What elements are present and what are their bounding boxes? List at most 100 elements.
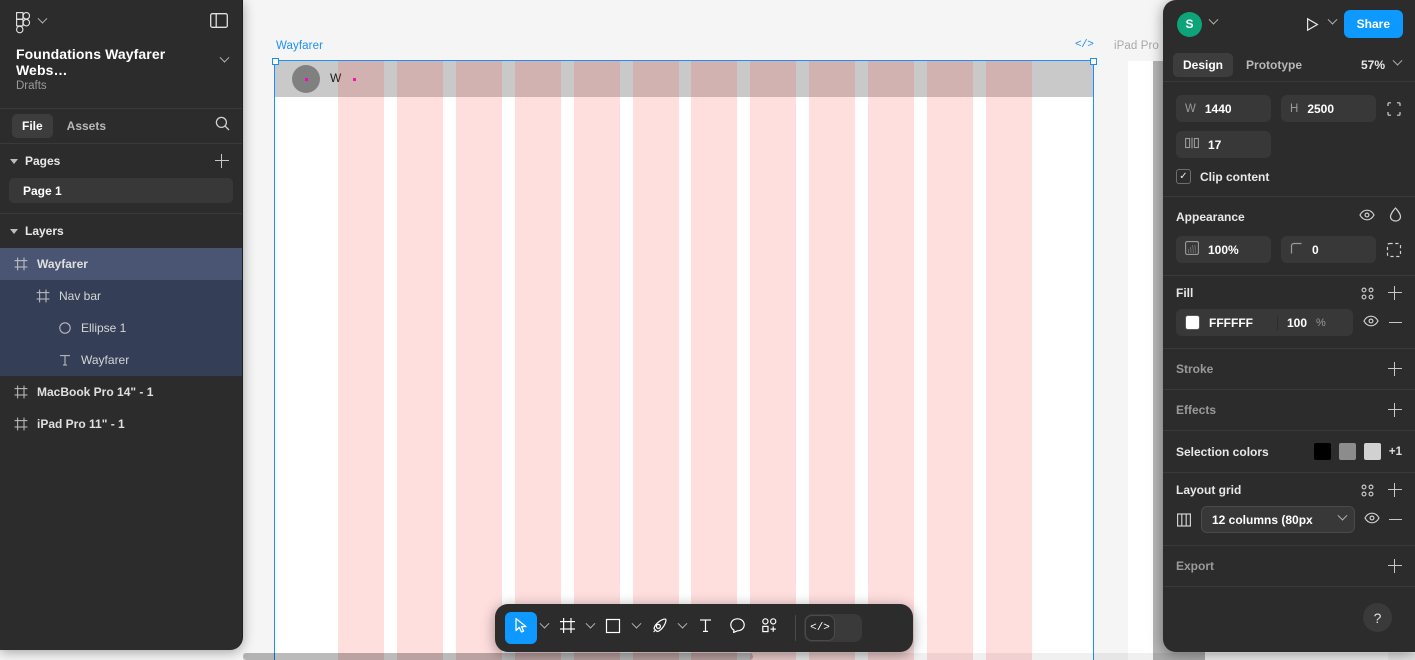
layer-row[interactable]: iPad Pro 11" - 1 [0, 408, 242, 440]
fill-hex-part[interactable]: FFFFFF [1176, 315, 1277, 330]
frame-tool-chevron-icon[interactable] [583, 612, 597, 644]
add-fill-button[interactable] [1388, 286, 1402, 300]
frame-tool[interactable] [551, 612, 583, 644]
clip-content-row[interactable]: ✓ Clip content [1176, 169, 1402, 184]
add-stroke-button[interactable] [1388, 362, 1402, 376]
ellipse-1-layer[interactable] [292, 65, 320, 93]
caret-down-icon[interactable] [10, 228, 18, 234]
ellipse-icon [58, 321, 72, 335]
add-page-button[interactable] [215, 154, 229, 168]
remove-fill-button[interactable] [1389, 321, 1402, 324]
tab-prototype[interactable]: Prototype [1236, 53, 1312, 77]
main-menu-chevron-icon[interactable] [37, 12, 48, 30]
layout-grid-column [691, 61, 738, 660]
fill-row: FFFFFF 100 % [1176, 309, 1402, 336]
actions-tool[interactable] [753, 612, 785, 644]
file-title-chevron-icon[interactable] [219, 51, 230, 69]
move-tool-chevron-icon[interactable] [537, 612, 551, 644]
fill-color-swatch[interactable] [1185, 315, 1200, 330]
constraints-icon[interactable] [1386, 101, 1402, 117]
add-export-button[interactable] [1388, 559, 1402, 573]
opacity-field[interactable]: 100% [1176, 236, 1271, 263]
layout-grid-column [868, 61, 915, 660]
present-chevron-icon[interactable] [1327, 13, 1338, 31]
effects-title: Effects [1176, 403, 1217, 417]
layout-grid-dropdown[interactable]: 12 columns (80px [1201, 506, 1355, 533]
horizontal-scrollbar[interactable] [243, 653, 1415, 660]
figma-logo-icon[interactable] [16, 12, 31, 34]
zoom-chevron-icon[interactable] [1392, 54, 1403, 72]
pen-tool-chevron-icon[interactable] [675, 612, 689, 644]
layer-row[interactable]: Nav bar [0, 280, 242, 312]
layers-section-header[interactable]: Layers [0, 214, 242, 248]
fill-visibility-icon[interactable] [1363, 314, 1379, 332]
style-picker-icon[interactable] [1361, 287, 1374, 300]
layout-grid-column [514, 61, 561, 660]
fill-hex-value: FFFFFF [1209, 315, 1253, 330]
layer-row[interactable]: MacBook Pro 14" - 1 [0, 376, 242, 408]
move-tool[interactable] [505, 612, 537, 644]
add-effect-button[interactable] [1388, 403, 1402, 417]
layer-row[interactable]: Ellipse 1 [0, 312, 242, 344]
avatar[interactable]: S [1177, 11, 1202, 37]
tab-assets[interactable]: Assets [57, 114, 116, 138]
dev-mode-icon[interactable]: </> [1075, 39, 1094, 51]
selection-handle-top-left[interactable] [271, 57, 279, 65]
file-title-row[interactable]: Foundations Wayfarer Webs… [0, 46, 242, 78]
tab-file[interactable]: File [12, 114, 53, 138]
height-value: 2500 [1307, 101, 1335, 116]
height-field[interactable]: H 2500 [1281, 95, 1376, 122]
frame-wayfarer[interactable]: W [274, 60, 1094, 660]
corner-radius-field[interactable]: 0 [1281, 236, 1376, 263]
layer-name: Nav bar [59, 289, 102, 303]
width-field[interactable]: W 1440 [1176, 95, 1271, 122]
selection-color-swatch[interactable] [1338, 443, 1356, 460]
remove-layout-grid-button[interactable] [1389, 518, 1402, 521]
frame-label-wayfarer[interactable]: Wayfarer [276, 40, 323, 52]
left-panel-tabs: File Assets [0, 108, 242, 144]
width-value: 1440 [1204, 101, 1232, 116]
search-icon[interactable] [215, 116, 230, 136]
comment-tool[interactable] [721, 612, 753, 644]
eye-icon[interactable] [1359, 208, 1375, 226]
clip-content-checkbox[interactable]: ✓ [1176, 169, 1191, 184]
selection-color-swatch[interactable] [1313, 443, 1331, 460]
rotation-field[interactable]: 17 [1176, 131, 1271, 158]
tab-design[interactable]: Design [1173, 52, 1234, 77]
zoom-control[interactable]: 57% [1361, 55, 1405, 72]
layer-row[interactable]: Wayfarer [0, 248, 242, 280]
height-label: H [1290, 102, 1299, 115]
layer-row[interactable]: Wayfarer [0, 344, 242, 376]
add-layout-grid-button[interactable] [1388, 483, 1402, 497]
dev-mode-toggle[interactable]: </> [804, 614, 862, 642]
sidebar-toggle-icon[interactable] [210, 13, 228, 33]
dev-mode-toggle-icon[interactable]: </> [805, 615, 835, 641]
text-tool[interactable] [689, 612, 721, 644]
selection-colors-section: Selection colors +1 [1163, 431, 1415, 473]
share-button[interactable]: Share [1343, 10, 1403, 38]
caret-down-icon[interactable] [10, 158, 18, 164]
play-icon[interactable] [1305, 17, 1320, 32]
selection-color-swatch[interactable] [1363, 443, 1381, 460]
shape-tool-chevron-icon[interactable] [629, 612, 643, 644]
fill-field[interactable]: FFFFFF 100 % [1176, 309, 1353, 336]
layout-grid-chevron-icon[interactable] [1337, 510, 1348, 525]
layout-grid-visibility-icon[interactable] [1364, 511, 1380, 529]
page-item-page-1[interactable]: Page 1 [9, 178, 233, 203]
shape-tool[interactable] [597, 612, 629, 644]
layout-grid-style-picker-icon[interactable] [1361, 484, 1374, 497]
layout-grid-title: Layout grid [1176, 483, 1242, 497]
pages-section-header[interactable]: Pages [0, 144, 242, 178]
blend-mode-icon[interactable] [1389, 207, 1402, 227]
layout-grid-column [927, 61, 974, 660]
independent-corners-icon[interactable] [1386, 242, 1402, 258]
avatar-chevron-icon[interactable] [1208, 13, 1219, 31]
pen-tool[interactable] [643, 612, 675, 644]
layout-grid-section: Layout grid 12 columns (80px [1163, 473, 1415, 546]
selection-colors-more-label[interactable]: +1 [1389, 446, 1402, 458]
frame-label-ipad[interactable]: iPad Pro 1 [1114, 40, 1169, 52]
selection-handle-top-right[interactable] [1089, 57, 1097, 65]
fill-opacity-part[interactable]: 100 % [1277, 315, 1353, 330]
horizontal-scrollbar-thumb[interactable] [243, 653, 753, 660]
help-button[interactable]: ? [1363, 603, 1392, 632]
